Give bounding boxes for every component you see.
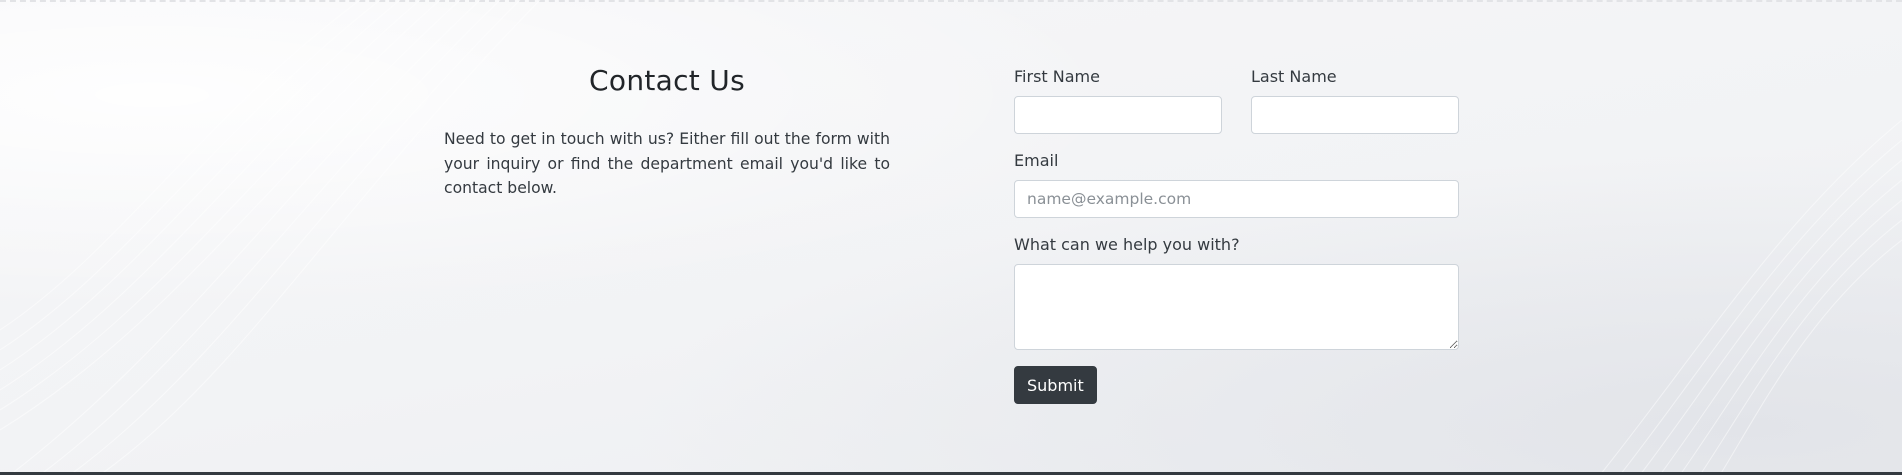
message-textarea[interactable] xyxy=(1014,264,1459,350)
email-input[interactable] xyxy=(1014,180,1459,218)
contact-form: First Name Last Name Email What can we h… xyxy=(1014,66,1459,404)
top-divider xyxy=(0,0,1902,2)
first-name-input[interactable] xyxy=(1014,96,1222,134)
page-title: Contact Us xyxy=(589,64,745,97)
email-group: Email xyxy=(1014,150,1459,218)
first-name-group: First Name xyxy=(1014,66,1222,134)
email-label: Email xyxy=(1014,151,1059,170)
contact-info-section: Contact Us Need to get in touch with us?… xyxy=(444,60,890,201)
contact-intro-text: Need to get in touch with us? Either fil… xyxy=(444,130,890,197)
submit-button[interactable]: Submit xyxy=(1014,366,1097,404)
message-label: What can we help you with? xyxy=(1014,235,1240,254)
message-group: What can we help you with? xyxy=(1014,234,1459,350)
first-name-label: First Name xyxy=(1014,67,1100,86)
last-name-input[interactable] xyxy=(1251,96,1459,134)
last-name-label: Last Name xyxy=(1251,67,1337,86)
background-wave-pattern xyxy=(0,0,1902,475)
last-name-group: Last Name xyxy=(1251,66,1459,134)
name-row: First Name Last Name xyxy=(1014,66,1459,134)
